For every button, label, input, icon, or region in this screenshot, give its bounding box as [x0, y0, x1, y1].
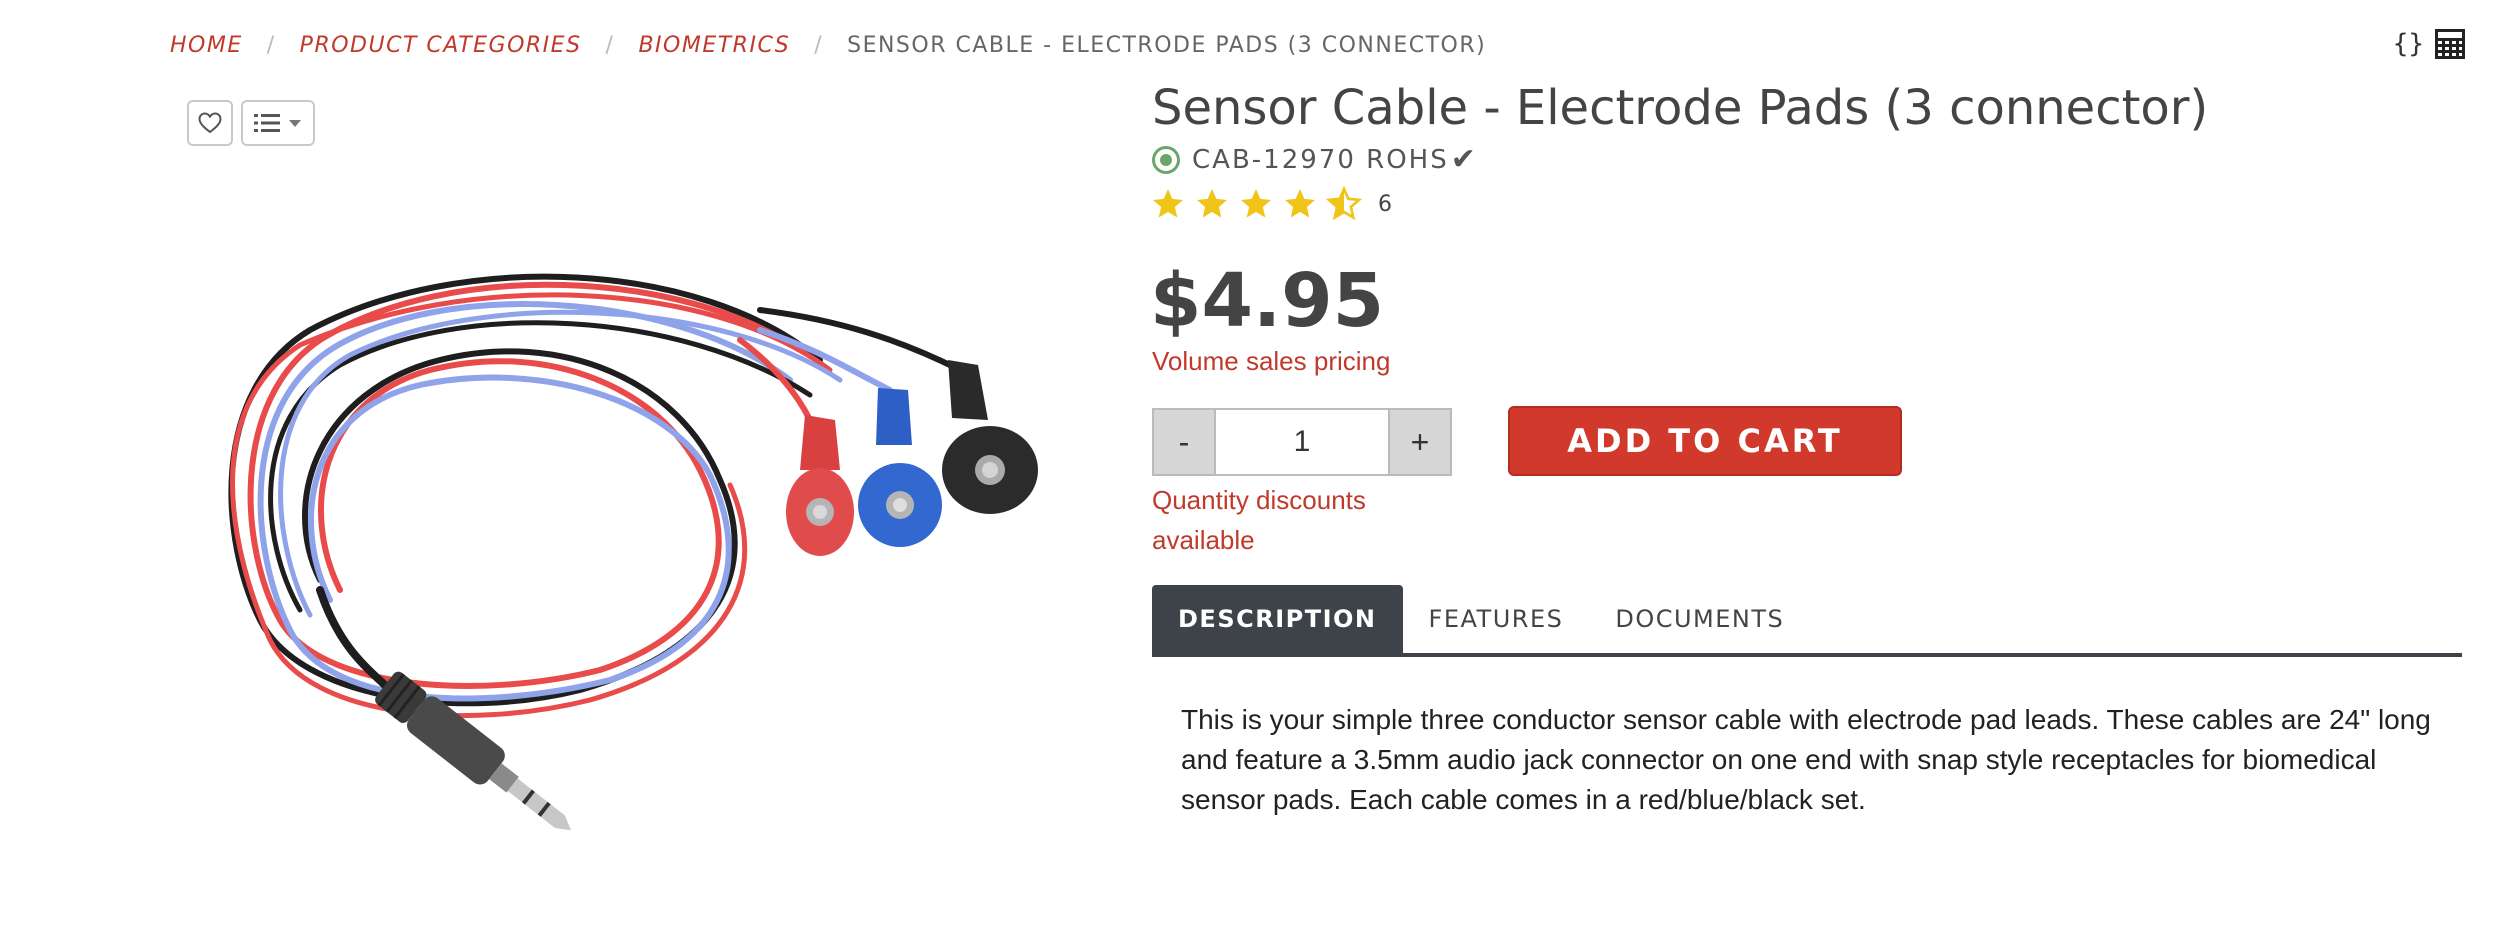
quantity-stepper: - +	[1152, 408, 1452, 476]
star-half-icon	[1326, 186, 1362, 221]
star-full-icon	[1285, 189, 1315, 218]
breadcrumb-biometrics-link[interactable]: BIOMETRICS	[638, 33, 790, 58]
list-icon	[254, 114, 280, 132]
product-title: Sensor Cable - Electrode Pads (3 connect…	[1152, 80, 2209, 136]
breadcrumb-home-link[interactable]: HOME	[170, 33, 243, 58]
sku-row: CAB-12970 ROHS ✔	[1152, 142, 1478, 177]
breadcrumb: HOME / PRODUCT CATEGORIES / BIOMETRICS /…	[170, 30, 1486, 60]
breadcrumb-separator: /	[605, 32, 615, 58]
add-to-cart-button[interactable]: ADD TO CART	[1508, 406, 1902, 476]
volume-pricing-link[interactable]: Volume sales pricing	[1152, 346, 1390, 377]
breadcrumb-current: SENSOR CABLE - ELECTRODE PADS (3 CONNECT…	[847, 32, 1487, 58]
review-count[interactable]: 6	[1378, 192, 1392, 217]
quantity-decrement-button[interactable]: -	[1152, 408, 1216, 476]
star-full-icon	[1241, 189, 1271, 218]
star-full-icon	[1153, 189, 1183, 218]
tab-features[interactable]: FEATURES	[1403, 585, 1590, 653]
quantity-input[interactable]	[1216, 408, 1388, 476]
product-description: This is your simple three conductor sens…	[1181, 704, 2431, 815]
product-tabs: DESCRIPTION FEATURES DOCUMENTS	[1152, 585, 2462, 657]
breadcrumb-product-categories-link[interactable]: PRODUCT CATEGORIES	[300, 33, 582, 58]
tab-documents[interactable]: DOCUMENTS	[1589, 585, 1810, 653]
add-to-wishlist-button[interactable]	[187, 100, 233, 146]
wishlist-dropdown-button[interactable]	[241, 100, 315, 146]
product-price: $4.95	[1150, 258, 1385, 344]
breadcrumb-separator: /	[814, 32, 824, 58]
quantity-increment-button[interactable]: +	[1388, 408, 1452, 476]
heart-icon	[198, 112, 222, 134]
top-tools: {}	[2393, 28, 2466, 60]
rohs-check-icon: ✔	[1450, 142, 1478, 177]
sku-label: CAB-12970 ROHS	[1192, 144, 1449, 175]
caret-down-icon	[289, 120, 301, 127]
in-stock-icon	[1152, 145, 1180, 174]
product-image[interactable]	[200, 220, 1100, 880]
star-rating[interactable]: 6	[1150, 186, 1392, 222]
star-full-icon	[1197, 189, 1227, 218]
calculator-icon[interactable]	[2434, 28, 2466, 60]
tab-description[interactable]: DESCRIPTION	[1152, 585, 1403, 653]
quantity-discounts-link[interactable]: Quantity discounts available	[1152, 480, 1412, 560]
json-braces-icon[interactable]: {}	[2393, 29, 2424, 59]
breadcrumb-separator: /	[266, 32, 276, 58]
